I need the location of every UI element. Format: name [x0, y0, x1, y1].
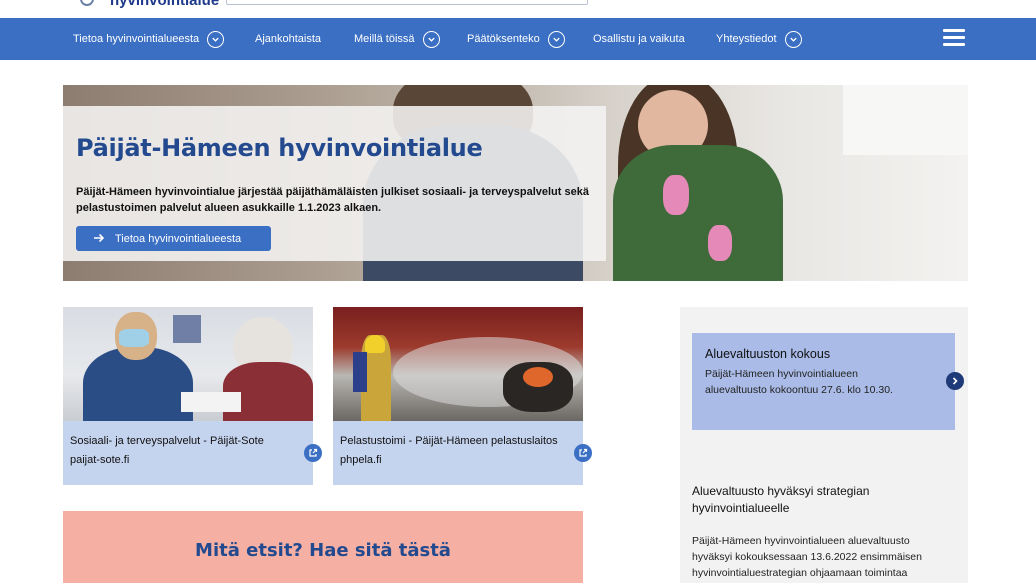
hero-banner: Päijät-Hämeen hyvinvointialue Päijät-Häm… — [63, 85, 968, 281]
nav-item-label: Yhteystiedot — [716, 33, 777, 45]
highlight-text: Päijät-Hämeen hyvinvointialueen aluevalt… — [705, 368, 893, 396]
card-title: Pelastustoimi - Päijät-Hämeen pelastusla… — [340, 435, 558, 447]
nav-item-label: Ajankohtaista — [255, 33, 322, 45]
nav-item-tietoa[interactable]: Tietoa hyvinvointialueesta — [73, 18, 225, 60]
hero-description: Päijät-Hämeen hyvinvointialue järjestää … — [76, 186, 589, 214]
card-url: paijat-sote.fi — [70, 454, 130, 466]
external-link-icon[interactable] — [304, 444, 322, 462]
logo-text[interactable]: hyvinvointialue — [110, 0, 219, 9]
nav-item-yhteystiedot[interactable]: Yhteystiedot — [716, 18, 802, 60]
logo-icon[interactable] — [80, 0, 94, 6]
chevron-down-icon[interactable] — [422, 30, 440, 48]
news-excerpt: Päijät-Hämeen hyvinvointialueen aluevalt… — [692, 535, 922, 579]
card-url: phpela.fi — [340, 454, 382, 466]
service-card-sote[interactable]: Sosiaali- ja terveyspalvelut - Päijät-So… — [63, 307, 322, 485]
chevron-down-icon[interactable] — [547, 30, 565, 48]
arrow-right-icon — [94, 232, 105, 246]
hero-panel: Päijät-Hämeen hyvinvointialue Päijät-Häm… — [63, 106, 606, 261]
site-header: hyvinvointialue — [0, 0, 1036, 18]
card-photo-firefighter — [333, 307, 583, 421]
hero-photo-pattern — [663, 175, 689, 215]
nav-item-ajankohtaista[interactable]: Ajankohtaista — [255, 18, 321, 60]
hero-cta-label: Tietoa hyvinvointialueesta — [115, 232, 242, 245]
nav-item-paatoksenteko[interactable]: Päätöksenteko — [467, 18, 565, 60]
main-nav: Tietoa hyvinvointialueesta Ajankohtaista… — [0, 18, 1036, 60]
search-input[interactable] — [226, 0, 588, 5]
chevron-down-icon[interactable] — [784, 30, 802, 48]
highlight-card[interactable]: Aluevaltuuston kokous Päijät-Hämeen hyvi… — [692, 333, 955, 430]
highlight-title: Aluevaltuuston kokous — [705, 347, 831, 361]
page-title: Päijät-Hämeen hyvinvointialue — [76, 134, 483, 162]
hero-photo-window — [843, 85, 968, 155]
hero-photo-person-right-body — [613, 145, 783, 281]
nav-item-label: Osallistu ja vaikuta — [593, 33, 685, 45]
nav-item-label: Päätöksenteko — [467, 33, 540, 45]
hero-photo-pattern — [708, 225, 732, 261]
hamburger-menu-icon[interactable] — [943, 29, 965, 49]
nav-item-label: Tietoa hyvinvointialueesta — [73, 33, 200, 45]
nav-item-meilla-toissa[interactable]: Meillä töissä — [354, 18, 440, 60]
card-photo-nurse — [63, 307, 313, 421]
nav-item-label: Meillä töissä — [354, 33, 415, 45]
search-promo: Mitä etsit? Hae sitä tästä — [63, 511, 583, 583]
nav-item-osallistu[interactable]: Osallistu ja vaikuta — [593, 18, 685, 60]
service-card-pelastus[interactable]: Pelastustoimi - Päijät-Hämeen pelastusla… — [333, 307, 592, 485]
external-link-icon[interactable] — [574, 444, 592, 462]
hero-cta-button[interactable]: Tietoa hyvinvointialueesta — [76, 226, 271, 251]
chevron-down-icon[interactable] — [207, 30, 225, 48]
news-title[interactable]: Aluevaltuusto hyväksyi strategian hyvinv… — [692, 483, 952, 517]
search-promo-heading: Mitä etsit? Hae sitä tästä — [195, 540, 451, 561]
chevron-right-icon[interactable] — [946, 372, 964, 390]
card-title: Sosiaali- ja terveyspalvelut - Päijät-So… — [70, 435, 264, 447]
